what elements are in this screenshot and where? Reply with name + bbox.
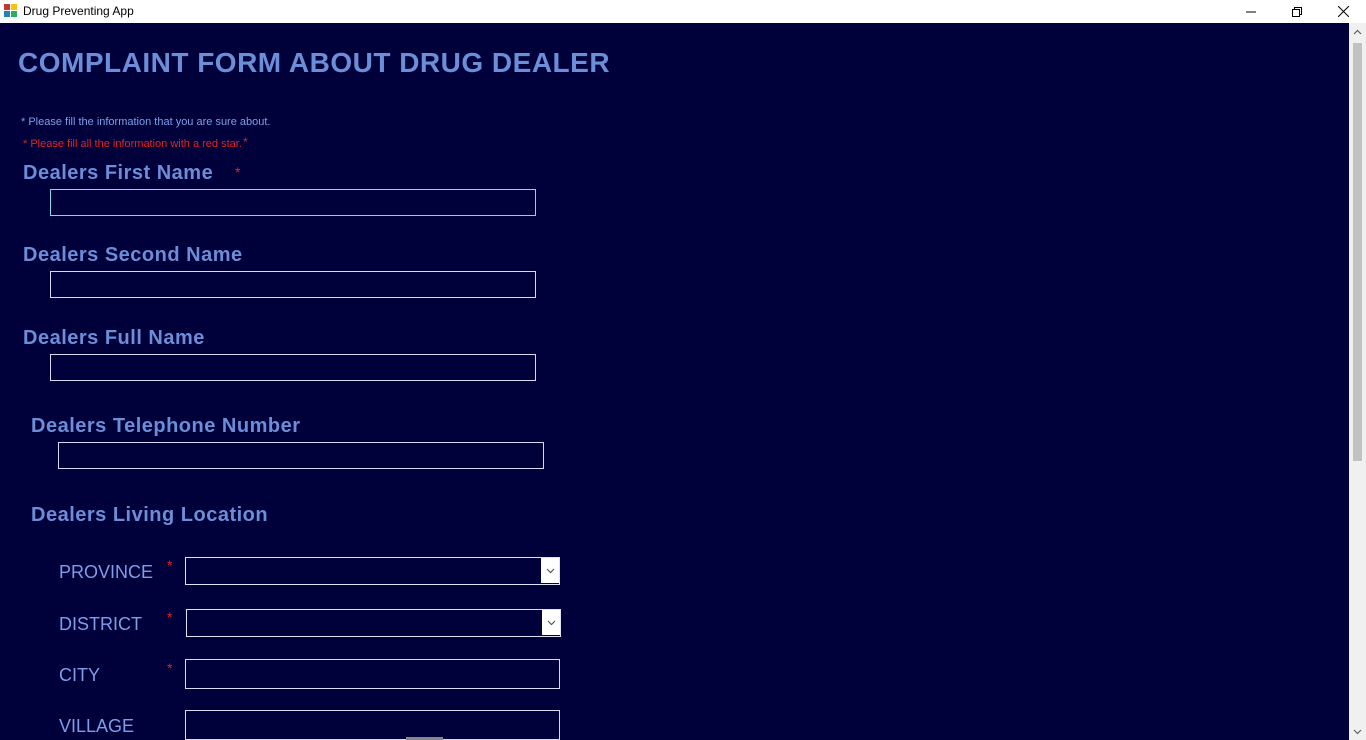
note-required-info: * Please fill all the information with a… [23, 138, 242, 150]
telephone-label: Dealers Telephone Number [31, 415, 301, 437]
window-title: Drug Preventing App [23, 4, 134, 18]
scroll-up-button[interactable] [1349, 23, 1366, 40]
telephone-input[interactable] [58, 442, 544, 469]
restore-button[interactable] [1274, 0, 1320, 23]
district-select[interactable] [186, 609, 561, 637]
village-label: VILLAGE [59, 716, 135, 736]
restore-icon [1292, 6, 1302, 17]
province-label: PROVINCE [59, 562, 154, 582]
close-button[interactable] [1320, 0, 1366, 23]
app-icon [4, 4, 18, 18]
city-required-star: * [167, 660, 173, 676]
village-input[interactable] [185, 710, 560, 740]
minimize-icon [1246, 11, 1256, 12]
district-dropdown-button[interactable] [542, 610, 560, 635]
chevron-down-icon [546, 568, 554, 573]
city-input[interactable] [185, 659, 560, 689]
window-titlebar: Drug Preventing App [0, 0, 1366, 24]
city-label: CITY [59, 665, 101, 685]
full-name-input[interactable] [50, 354, 536, 381]
first-name-required-star: * [235, 164, 241, 180]
close-icon [1337, 6, 1349, 17]
page-title: COMPLAINT FORM ABOUT DRUG DEALER [18, 47, 611, 78]
scrollbar-thumb[interactable] [1353, 43, 1362, 461]
second-name-input[interactable] [50, 271, 536, 298]
living-location-label: Dealers Living Location [31, 504, 269, 526]
district-label: DISTRICT [59, 614, 142, 634]
required-star: * [243, 135, 248, 149]
minimize-button[interactable] [1228, 0, 1274, 23]
first-name-input[interactable] [50, 189, 536, 216]
chevron-down-icon [547, 620, 555, 625]
first-name-label: Dealers First Name [23, 162, 214, 184]
district-required-star: * [167, 609, 173, 625]
chevron-up-icon [1353, 29, 1362, 34]
province-required-star: * [167, 557, 173, 573]
scroll-down-button[interactable] [1349, 723, 1366, 740]
province-select[interactable] [185, 557, 560, 585]
second-name-label: Dealers Second Name [23, 244, 243, 266]
full-name-label: Dealers Full Name [23, 327, 205, 349]
form-client-area: COMPLAINT FORM ABOUT DRUG DEALER * Pleas… [0, 23, 1349, 740]
province-dropdown-button[interactable] [541, 558, 559, 583]
chevron-down-icon [1353, 729, 1362, 734]
note-sure-info: * Please fill the information that you a… [21, 116, 271, 128]
vertical-scrollbar[interactable] [1349, 23, 1366, 740]
